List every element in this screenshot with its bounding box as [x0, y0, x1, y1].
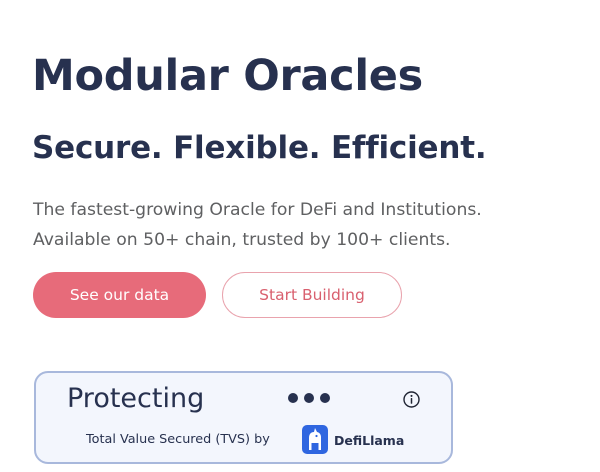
- see-our-data-button[interactable]: See our data: [33, 272, 206, 318]
- defillama-link[interactable]: DefiLlama: [334, 432, 404, 450]
- info-icon[interactable]: [403, 391, 420, 408]
- hero-description-line-2: Available on 50+ chain, trusted by 100+ …: [33, 230, 451, 250]
- page-subtitle: Secure. Flexible. Efficient.: [32, 130, 487, 166]
- loading-dot: [320, 393, 330, 403]
- loading-dot: [288, 393, 298, 403]
- hero-description: The fastest-growing Oracle for DeFi and …: [33, 195, 482, 255]
- hero-description-line-1: The fastest-growing Oracle for DeFi and …: [33, 200, 482, 220]
- loading-dot: [304, 393, 314, 403]
- page-title: Modular Oracles: [32, 51, 423, 101]
- tvs-label: Protecting: [67, 383, 205, 414]
- start-building-button[interactable]: Start Building: [222, 272, 402, 318]
- tvs-card: Protecting Total Value Secured (TVS) by …: [34, 371, 453, 464]
- defillama-logo-icon[interactable]: [302, 425, 328, 454]
- loading-dots-icon: [288, 393, 330, 403]
- tvs-caption: Total Value Secured (TVS) by: [86, 432, 270, 447]
